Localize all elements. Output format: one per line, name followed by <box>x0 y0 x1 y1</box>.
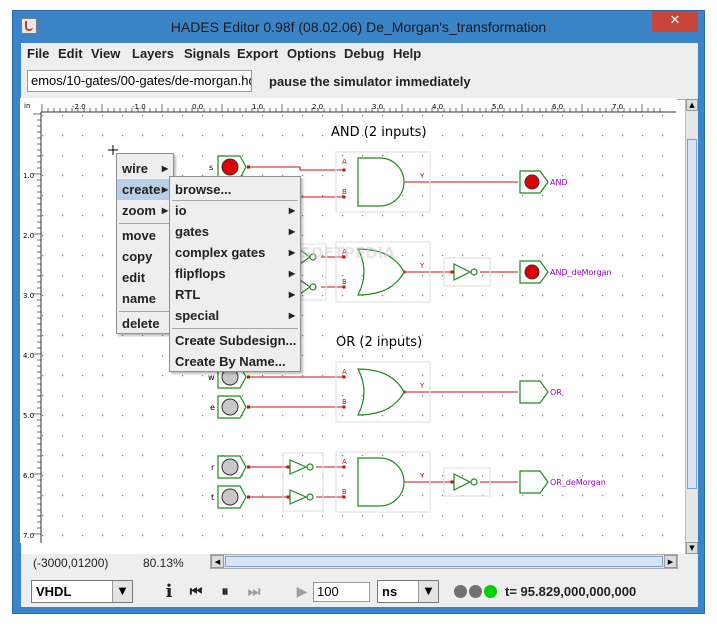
menu-item-zoom[interactable]: zoom ▶ <box>117 200 173 221</box>
chevron-right-icon: ▶ <box>288 290 295 299</box>
horizontal-scroll-thumb[interactable] <box>225 556 663 567</box>
time-unit-value: ns <box>382 584 398 599</box>
menu-item-io[interactable]: io ▶ <box>170 200 300 221</box>
status-led-icon <box>484 585 497 598</box>
horizontal-scrollbar[interactable]: ◀ ▶ <box>210 554 678 569</box>
title-bar[interactable]: HADES Editor 0.98f (08.02.06) De_Morgan'… <box>13 11 704 43</box>
menu-item-label: gates <box>175 224 209 239</box>
pause-icon[interactable]: ⏸ <box>214 582 236 602</box>
menu-item-delete[interactable]: delete <box>117 313 173 334</box>
chevron-right-icon: ▶ <box>161 185 168 194</box>
scroll-down-arrow-icon[interactable]: ▼ <box>686 542 698 554</box>
rewind-icon[interactable]: ⏮ <box>185 582 207 602</box>
menu-item-rtl[interactable]: RTL ▶ <box>170 284 300 305</box>
chevron-right-icon: ▶ <box>288 206 295 215</box>
menu-item-label: wire <box>122 161 149 176</box>
create-submenu: browse... io ▶ gates ▶ complex gates ▶ flip… <box>169 176 301 372</box>
menu-signals[interactable]: Signals <box>184 46 230 61</box>
step-time-input[interactable]: 100 <box>313 582 370 602</box>
vertical-scroll-thumb[interactable] <box>687 139 697 489</box>
menu-item-label: special <box>175 308 220 323</box>
status-led-icon <box>454 585 467 598</box>
menu-layers[interactable]: Layers <box>132 46 174 61</box>
menu-edit[interactable]: Edit <box>58 46 83 61</box>
menu-divider <box>119 223 171 224</box>
menu-item-create-by-name[interactable]: Create By Name... <box>170 351 300 372</box>
menu-item-label: RTL <box>175 287 201 302</box>
close-button[interactable]: ✕ <box>652 11 698 32</box>
menu-item-label: io <box>175 203 187 218</box>
chevron-right-icon: ▶ <box>288 227 295 236</box>
menu-item-label: create <box>122 182 161 197</box>
menu-divider <box>172 328 298 329</box>
menu-item-complex-gates[interactable]: complex gates ▶ <box>170 242 300 263</box>
menu-item-edit[interactable]: edit <box>117 267 173 288</box>
menu-item-label: complex gates <box>175 245 266 260</box>
menu-item-browse[interactable]: browse... <box>170 179 300 200</box>
cursor-coordinates: (-3000,01200) <box>33 556 109 570</box>
chevron-right-icon: ▶ <box>161 164 168 173</box>
menu-debug[interactable]: Debug <box>344 46 384 61</box>
menu-bar: File Edit View Layers Signals Export Opt… <box>21 43 698 65</box>
chevron-down-icon[interactable]: ▼ <box>112 581 132 602</box>
chevron-right-icon: ▶ <box>288 269 295 278</box>
menu-item-label: flipflops <box>175 266 226 281</box>
window-title: HADES Editor 0.98f (08.02.06) De_Morgan'… <box>170 19 547 35</box>
chevron-right-icon: ▶ <box>288 311 295 320</box>
zoom-level: 80.13% <box>143 556 184 570</box>
menu-item-wire[interactable]: wire ▶ <box>117 158 173 179</box>
menu-item-name[interactable]: name <box>117 288 173 309</box>
menu-item-gates[interactable]: gates ▶ <box>170 221 300 242</box>
menu-options[interactable]: Options <box>287 46 336 61</box>
simulation-time: t= 95.829,000,000,000 <box>505 584 637 599</box>
simulation-toolbar: VHDL ▼ i ⏮ ⏸ ⏭ ▶ 100 ns ▼ t= 95.829,000,… <box>21 577 698 607</box>
menu-file[interactable]: File <box>27 46 49 61</box>
menu-item-special[interactable]: special ▶ <box>170 305 300 326</box>
chevron-right-icon: ▶ <box>161 206 168 215</box>
menu-export[interactable]: Export <box>237 46 278 61</box>
language-value: VHDL <box>36 584 72 599</box>
fast-forward-icon[interactable]: ⏭ <box>243 582 265 602</box>
status-led-icon <box>469 585 482 598</box>
menu-divider <box>119 311 171 312</box>
status-message: pause the simulator immediately <box>269 74 471 89</box>
menu-item-label: zoom <box>122 203 156 218</box>
time-unit-select[interactable]: ns ▼ <box>377 580 439 603</box>
menu-item-move[interactable]: move <box>117 225 173 246</box>
menu-item-flipflops[interactable]: flipflops ▶ <box>170 263 300 284</box>
chevron-down-icon[interactable]: ▼ <box>418 581 438 602</box>
menu-item-create-subdesign[interactable]: Create Subdesign... <box>170 330 300 351</box>
play-icon[interactable]: ▶ <box>291 582 313 602</box>
menu-view[interactable]: View <box>91 46 120 61</box>
vertical-scrollbar[interactable]: ▲ ▼ <box>685 99 698 554</box>
menu-item-copy[interactable]: copy <box>117 246 173 267</box>
language-select[interactable]: VHDL ▼ <box>31 580 133 603</box>
scroll-right-arrow-icon[interactable]: ▶ <box>664 555 677 568</box>
info-icon[interactable]: i <box>158 582 180 602</box>
scroll-up-arrow-icon[interactable]: ▲ <box>686 99 698 111</box>
menu-help[interactable]: Help <box>393 46 421 61</box>
context-menu: wire ▶ create ▶ zoom ▶ move copy edit name … <box>116 153 174 334</box>
menu-item-create[interactable]: create ▶ <box>117 179 173 200</box>
scroll-left-arrow-icon[interactable]: ◀ <box>211 555 224 568</box>
design-path-field[interactable]: emos/10-gates/00-gates/de-morgan.hds <box>27 70 252 92</box>
chevron-right-icon: ▶ <box>288 248 295 257</box>
